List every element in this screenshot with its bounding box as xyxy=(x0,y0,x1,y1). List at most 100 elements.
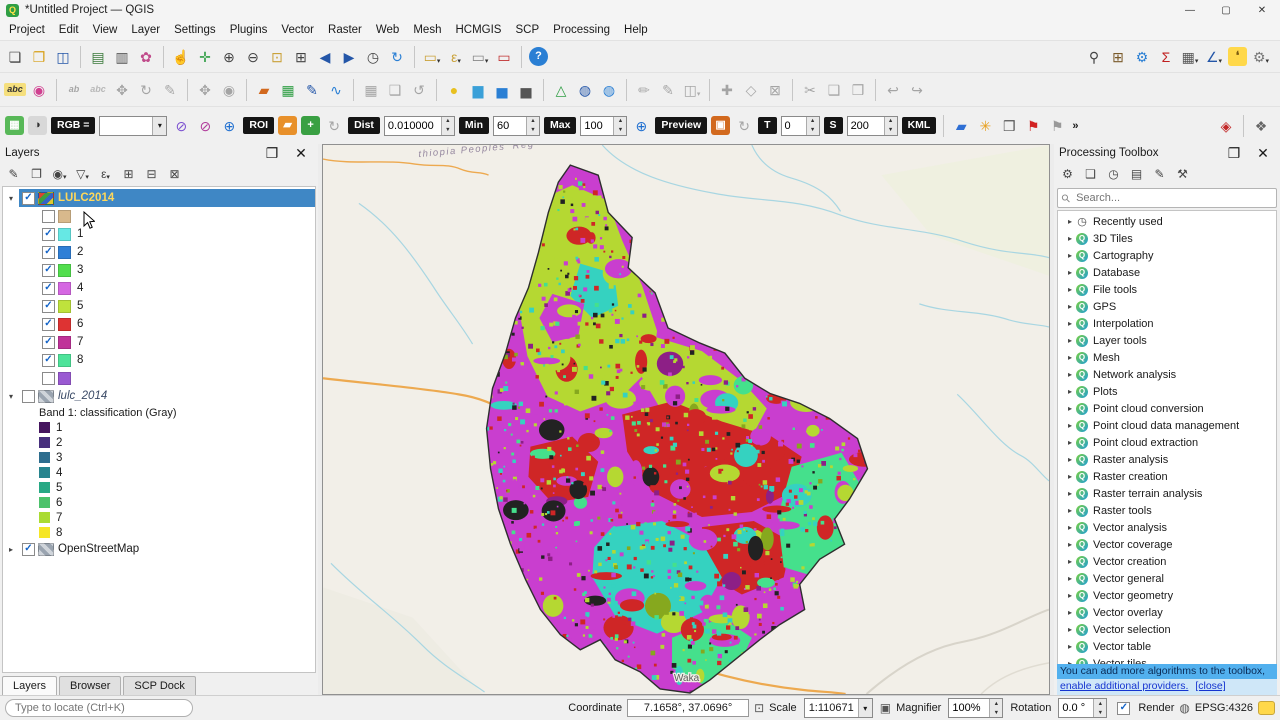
paste-features-icon[interactable]: ❒ xyxy=(847,79,869,101)
max-input[interactable]: ▲▼ xyxy=(580,115,628,136)
help-icon[interactable]: ? xyxy=(529,47,548,66)
zoom-next-icon[interactable]: ▶ xyxy=(338,46,360,68)
dist-input-spin-buttons[interactable]: ▲ ▼ xyxy=(440,116,454,135)
change-label-icon[interactable]: ✎ xyxy=(159,79,181,101)
scp-classification-icon[interactable]: △ xyxy=(550,79,572,101)
min-input-up-arrow[interactable]: ▲ xyxy=(527,117,539,126)
group-expand-arrow[interactable]: ▸ xyxy=(1064,557,1076,566)
trace-tool-icon[interactable]: ∿ xyxy=(325,79,347,101)
zoom-in-icon[interactable]: ⊕ xyxy=(218,46,240,68)
tab-layers[interactable]: Layers xyxy=(2,676,58,695)
group-expand-arrow[interactable]: ▸ xyxy=(1064,302,1076,311)
scp-cumulative-stretch-icon[interactable]: ⊘ xyxy=(170,115,192,137)
dist-input-down-arrow[interactable]: ▼ xyxy=(442,126,454,135)
expand-all-icon[interactable]: ⊞ xyxy=(118,164,139,184)
zoom-to-layer-icon[interactable]: ⊞ xyxy=(290,46,312,68)
toolbox-group-layer-tools[interactable]: ▸ Q Layer tools xyxy=(1058,332,1276,349)
group-expand-arrow[interactable]: ▸ xyxy=(1064,591,1076,600)
menu-scp[interactable]: SCP xyxy=(508,22,546,38)
magnifier-spinner[interactable]: ▲▼ xyxy=(948,698,1004,718)
toolbox-group-3d-tiles[interactable]: ▸ Q 3D Tiles xyxy=(1058,230,1276,247)
toolbox-group-point-cloud-data-management[interactable]: ▸ Q Point cloud data management xyxy=(1058,417,1276,434)
group-expand-arrow[interactable]: ▸ xyxy=(1064,574,1076,583)
scp-preview-zoom-icon[interactable]: ⊕ xyxy=(630,115,652,137)
layer-diagram-icon[interactable]: ◉ xyxy=(28,79,50,101)
manage-map-themes-icon-dropdown-arrow[interactable]: ▾ xyxy=(63,173,67,184)
layer-checkbox[interactable]: ✓ xyxy=(22,542,35,556)
attribute-table-icon[interactable]: ▦ ▾ xyxy=(1179,46,1201,68)
t-input-spin-buttons[interactable]: ▲ ▼ xyxy=(805,116,819,135)
locate-input[interactable] xyxy=(5,699,193,717)
measure-icon[interactable]: ∠ ▾ xyxy=(1203,46,1225,68)
highlight-labels-icon[interactable]: abc xyxy=(87,79,109,101)
layer-checkbox[interactable]: ✓ xyxy=(42,245,55,259)
dist-input[interactable]: ▲▼ xyxy=(383,115,455,136)
measure-icon-dropdown-arrow[interactable]: ▾ xyxy=(1219,57,1223,68)
zoom-last-icon[interactable]: ◀ xyxy=(314,46,336,68)
expand-arrow[interactable]: ▸ xyxy=(3,545,19,554)
digitize-polygon-icon[interactable]: ▰ xyxy=(253,79,275,101)
group-expand-arrow[interactable]: ▸ xyxy=(1064,387,1076,396)
s-input-spin-buttons[interactable]: ▲ ▼ xyxy=(883,116,897,135)
menu-view[interactable]: View xyxy=(86,22,125,38)
menu-web[interactable]: Web xyxy=(369,22,406,38)
scp-docks-icon[interactable]: ◈ xyxy=(1215,115,1237,137)
group-expand-arrow[interactable]: ▸ xyxy=(1064,353,1076,362)
edit-in-place-icon[interactable]: ✎ xyxy=(1149,164,1170,184)
toolbox-group-vector-analysis[interactable]: ▸ Q Vector analysis xyxy=(1058,519,1276,536)
scp-roi-redo-icon[interactable]: ↻ xyxy=(323,115,345,137)
menu-mesh[interactable]: Mesh xyxy=(406,22,448,38)
toolbox-group-database[interactable]: ▸ Q Database xyxy=(1058,264,1276,281)
map-tips-icon[interactable]: ❛ xyxy=(1228,47,1247,66)
scale-combo-arrow[interactable]: ▾ xyxy=(857,699,872,717)
toolbox-group-interpolation[interactable]: ▸ Q Interpolation xyxy=(1058,315,1276,332)
scp-copy-icon[interactable]: ❒ xyxy=(998,115,1020,137)
scp-pin-gray-icon[interactable]: ⚑ xyxy=(1046,115,1068,137)
local-histogram-stretch-icon[interactable]: ▅ xyxy=(491,79,513,101)
scp-preview-apply-icon[interactable]: ▣ xyxy=(711,116,731,135)
lock-scale-icon[interactable]: ▣ xyxy=(880,701,891,715)
group-expand-arrow[interactable]: ▸ xyxy=(1064,217,1076,226)
zoom-full-icon[interactable]: ✛ xyxy=(194,46,216,68)
filter-legend-icon[interactable]: ▽ ▾ xyxy=(72,164,93,184)
menu-raster[interactable]: Raster xyxy=(321,22,369,38)
save-edits-icon[interactable]: ◫ ▾ xyxy=(681,79,703,101)
enable-providers-link[interactable]: enable additional providers. xyxy=(1060,680,1188,692)
group-expand-arrow[interactable]: ▸ xyxy=(1064,370,1076,379)
max-input-field[interactable] xyxy=(581,116,614,135)
add-group-icon[interactable]: ❐ xyxy=(26,164,47,184)
tab-browser[interactable]: Browser xyxy=(59,676,122,695)
extents-icon[interactable]: ⊡ xyxy=(754,701,764,715)
projection-icon[interactable]: ◍ xyxy=(598,79,620,101)
s-input-field[interactable] xyxy=(847,116,884,135)
results-viewer-icon[interactable]: ▤ xyxy=(1126,164,1147,184)
min-input-field[interactable] xyxy=(493,116,526,135)
toolbox-group-vector-creation[interactable]: ▸ Q Vector creation xyxy=(1058,553,1276,570)
toolbar-options-icon-dropdown-arrow[interactable]: ▾ xyxy=(1266,57,1270,68)
new-project-icon[interactable]: ❏ xyxy=(4,46,26,68)
toolbox-group-point-cloud-extraction[interactable]: ▸ Q Point cloud extraction xyxy=(1058,434,1276,451)
dist-input-field[interactable] xyxy=(384,116,441,135)
current-edits-icon[interactable]: ✏ xyxy=(633,79,655,101)
close-toolbox-panel-icon[interactable]: ✕ xyxy=(1252,142,1274,164)
toolbox-group-network-analysis[interactable]: ▸ Q Network analysis xyxy=(1058,366,1276,383)
locate-features-icon[interactable]: ⚲ xyxy=(1083,46,1105,68)
manage-map-themes-icon[interactable]: ◉ ▾ xyxy=(49,164,70,184)
select-by-location-icon[interactable]: ▭ xyxy=(493,46,515,68)
cut-features-icon[interactable]: ✂ xyxy=(799,79,821,101)
dist-input-up-arrow[interactable]: ▲ xyxy=(442,117,454,126)
t-input-up-arrow[interactable]: ▲ xyxy=(807,117,819,126)
layer-checkbox[interactable]: ✓ xyxy=(42,281,55,295)
layout-manager-icon[interactable]: ▥ xyxy=(111,46,133,68)
options-wrench-icon[interactable]: ⚒ xyxy=(1172,164,1193,184)
toolbox-group-gps[interactable]: ▸ Q GPS xyxy=(1058,298,1276,315)
temporal-controller-icon[interactable]: ◷ xyxy=(362,46,384,68)
max-input-spin-buttons[interactable]: ▲ ▼ xyxy=(613,116,627,135)
toolbox-group-vector-overlay[interactable]: ▸ Q Vector overlay xyxy=(1058,604,1276,621)
layer-checkbox[interactable] xyxy=(22,389,35,403)
redo-icon[interactable]: ↪ xyxy=(906,79,928,101)
menu-vector[interactable]: Vector xyxy=(274,22,321,38)
toolbox-group-point-cloud-conversion[interactable]: ▸ Q Point cloud conversion xyxy=(1058,400,1276,417)
toolbox-gear-icon[interactable]: ⚙ xyxy=(1057,164,1078,184)
group-expand-arrow[interactable]: ▸ xyxy=(1064,523,1076,532)
